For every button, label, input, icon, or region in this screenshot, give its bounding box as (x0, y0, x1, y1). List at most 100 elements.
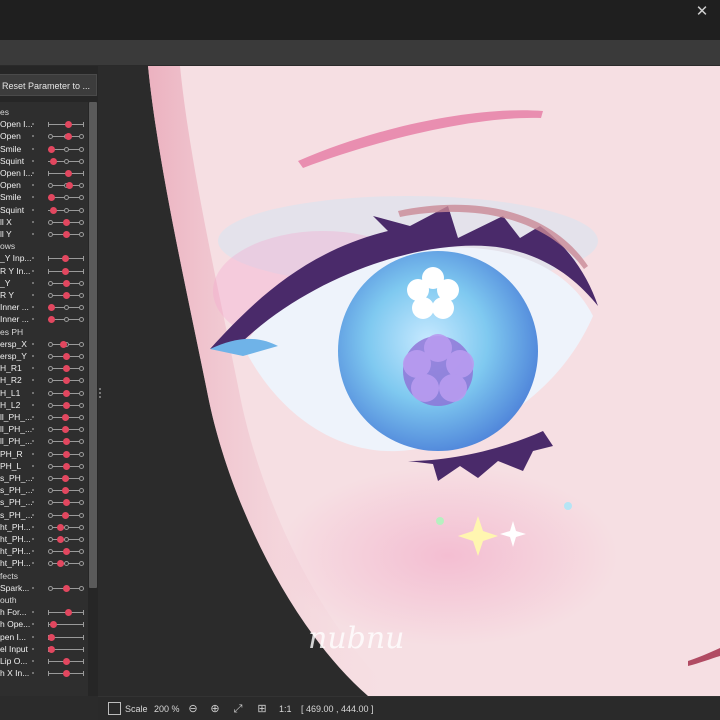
slider-knob[interactable] (63, 401, 70, 409)
slider-knob[interactable] (63, 377, 70, 385)
slider-knob[interactable] (48, 633, 55, 641)
slider-knob[interactable] (64, 133, 72, 141)
parameter-slider[interactable] (48, 157, 84, 165)
zoom-out-icon[interactable]: ⊖ (186, 702, 200, 716)
slider-knob[interactable] (49, 621, 57, 629)
slider-knob[interactable] (63, 292, 70, 299)
parameter-slider[interactable] (48, 658, 84, 665)
slider-knob[interactable] (63, 353, 70, 360)
actual-size-button[interactable]: 1:1 (279, 697, 292, 720)
parameter-slider[interactable] (48, 279, 84, 287)
parameter-slider[interactable] (48, 475, 84, 482)
slider-knob[interactable] (57, 560, 64, 568)
parameter-slider[interactable] (48, 633, 84, 641)
slider-knob[interactable] (63, 548, 70, 556)
slider-knob[interactable] (61, 414, 69, 421)
parameter-slider[interactable] (48, 450, 84, 458)
slider-knob[interactable] (61, 487, 69, 495)
slider-knob[interactable] (63, 450, 70, 458)
parameter-slider[interactable] (48, 231, 84, 238)
slider-knob[interactable] (48, 194, 55, 202)
slider-knob[interactable] (63, 365, 70, 373)
parameter-slider[interactable] (48, 292, 84, 299)
parameter-slider[interactable] (48, 121, 84, 129)
parameter-slider[interactable] (48, 304, 84, 312)
slider-knob[interactable] (63, 438, 70, 446)
parameter-group[interactable]: outh (0, 594, 88, 606)
parameter-slider[interactable] (48, 182, 84, 190)
slider-knob[interactable] (48, 304, 55, 312)
slider-knob[interactable] (48, 145, 55, 153)
panel-splitter[interactable] (98, 66, 148, 696)
slider-knob[interactable] (63, 279, 70, 287)
parameter-slider[interactable] (48, 133, 84, 141)
parameter-slider[interactable] (48, 499, 84, 507)
parameter-slider[interactable] (48, 523, 84, 531)
slider-knob[interactable] (61, 255, 69, 263)
parameter-group[interactable]: es (0, 106, 88, 118)
parameter-group[interactable]: ows (0, 240, 88, 252)
parameter-group[interactable]: es PH (0, 326, 88, 338)
parameter-slider[interactable] (48, 206, 84, 214)
parameter-slider[interactable] (48, 255, 84, 263)
parameter-slider[interactable] (48, 414, 84, 421)
parameter-slider[interactable] (48, 389, 84, 397)
slider-knob[interactable] (64, 609, 72, 617)
slider-knob[interactable] (61, 267, 69, 275)
parameter-slider[interactable] (48, 353, 84, 360)
parameter-slider[interactable] (48, 401, 84, 409)
slider-knob[interactable] (48, 316, 55, 324)
slider-knob[interactable] (63, 218, 70, 226)
panel-scrollbar[interactable] (89, 102, 97, 588)
parameter-slider[interactable] (48, 645, 84, 653)
slider-knob[interactable] (49, 206, 57, 214)
parameter-slider[interactable] (48, 145, 84, 153)
zoom-in-icon[interactable]: ⊕ (208, 702, 222, 716)
slider-knob[interactable] (61, 511, 69, 519)
parameter-slider[interactable] (48, 511, 84, 519)
slider-knob[interactable] (60, 340, 67, 348)
splitter-handle[interactable] (99, 388, 101, 398)
slider-knob[interactable] (48, 645, 55, 653)
close-icon[interactable]: ✕ (694, 4, 710, 20)
slider-knob[interactable] (57, 536, 64, 543)
slider-knob[interactable] (63, 584, 70, 592)
parameter-slider[interactable] (48, 487, 84, 495)
parameter-slider[interactable] (48, 609, 84, 617)
slider-knob[interactable] (57, 523, 64, 531)
slider-knob[interactable] (63, 231, 70, 238)
parameter-slider[interactable] (48, 377, 84, 385)
parameter-slider[interactable] (48, 548, 84, 556)
slider-knob[interactable] (49, 157, 57, 165)
slider-knob[interactable] (63, 389, 70, 397)
parameter-slider[interactable] (48, 438, 84, 446)
slider-knob[interactable] (63, 670, 70, 678)
parameter-slider[interactable] (48, 462, 84, 470)
parameter-slider[interactable] (48, 194, 84, 202)
slider-knob[interactable] (64, 170, 72, 177)
slider-knob[interactable] (64, 121, 72, 129)
parameter-slider[interactable] (48, 584, 84, 592)
parameter-slider[interactable] (48, 560, 84, 568)
reset-parameter-button[interactable]: Reset Parameter to ... (0, 74, 97, 96)
parameter-slider[interactable] (48, 267, 84, 275)
slider-knob[interactable] (63, 462, 70, 470)
slider-knob[interactable] (61, 475, 69, 482)
slider-knob[interactable] (63, 499, 70, 507)
slider-knob[interactable] (63, 658, 70, 665)
center-view-icon[interactable]: ⊞ (255, 702, 269, 716)
scale-checkbox[interactable] (108, 702, 121, 715)
parameter-slider[interactable] (48, 536, 84, 543)
parameter-slider[interactable] (48, 670, 84, 678)
parameter-slider[interactable] (48, 218, 84, 226)
parameter-slider[interactable] (48, 621, 84, 629)
parameter-group[interactable]: fects (0, 570, 88, 582)
parameter-slider[interactable] (48, 316, 84, 324)
parameter-slider[interactable] (48, 365, 84, 373)
fit-to-window-icon[interactable]: ⤢ (231, 702, 245, 716)
parameter-slider[interactable] (48, 170, 84, 177)
parameter-slider[interactable] (48, 426, 84, 434)
parameter-slider[interactable] (48, 340, 84, 348)
slider-knob[interactable] (61, 426, 69, 434)
canvas-viewport[interactable]: nubnu (148, 66, 720, 696)
